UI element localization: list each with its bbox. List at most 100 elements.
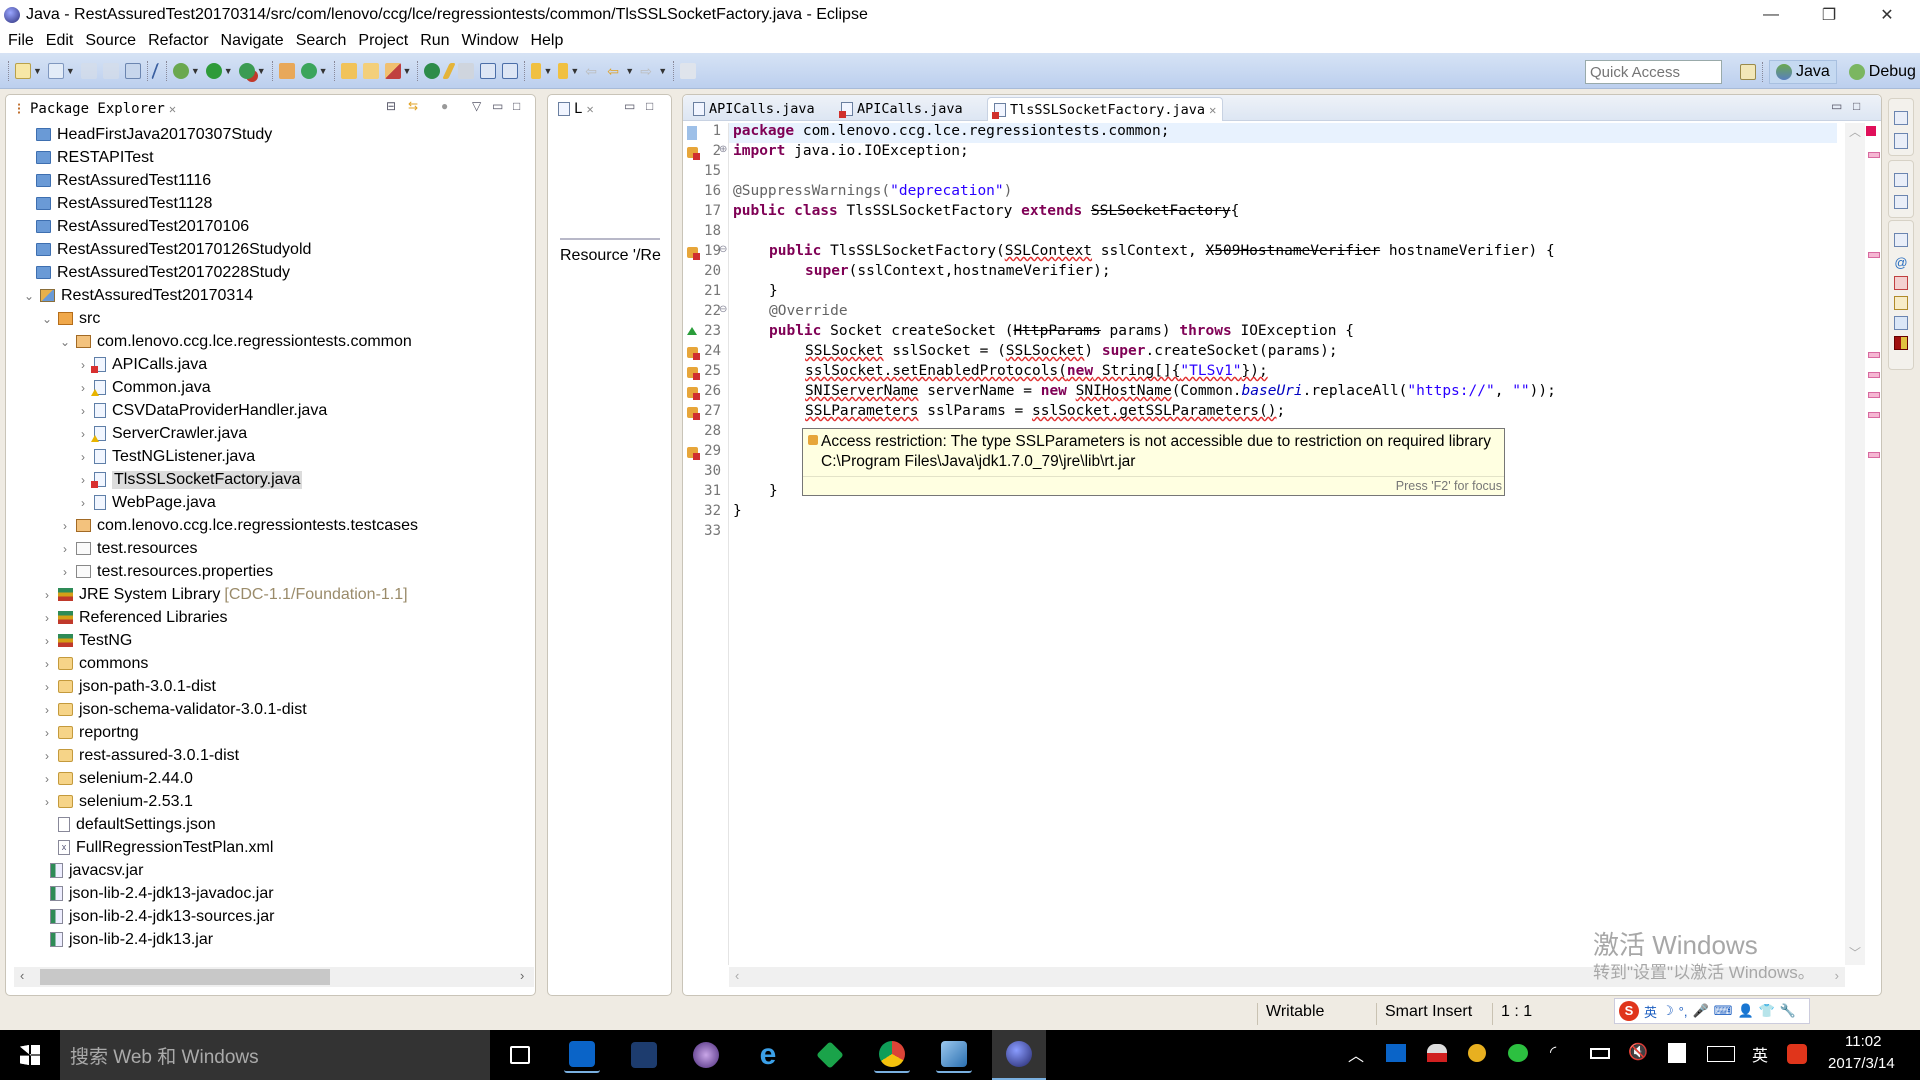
expand-fold-icon[interactable]: ⊕: [719, 144, 727, 155]
expand-chevron-icon[interactable]: ›: [58, 542, 72, 556]
editor-tab-apicalls-2[interactable]: APICalls.java: [835, 97, 969, 121]
ime-fullwidth-icon[interactable]: ☽: [1662, 1003, 1674, 1019]
restore-icon[interactable]: [1894, 173, 1908, 187]
javadoc-icon[interactable]: @: [1889, 255, 1913, 270]
wifi-icon[interactable]: ◜: [1550, 1042, 1556, 1062]
expand-chevron-icon[interactable]: ›: [76, 496, 90, 510]
expand-chevron-icon[interactable]: ›: [40, 703, 54, 717]
restore-icon[interactable]: [1894, 111, 1908, 125]
tree-item[interactable]: › selenium-2.44.0: [40, 767, 193, 790]
code-line-24[interactable]: SSLSocket sslSocket = (SSLSocket) super.…: [805, 343, 1841, 363]
quick-access-input[interactable]: [1585, 60, 1722, 84]
tray-qq-icon[interactable]: [1468, 1044, 1486, 1062]
mark-occurrences-icon[interactable]: [442, 62, 457, 79]
taskbar-internet-explorer[interactable]: e: [750, 1037, 786, 1073]
menu-source[interactable]: Source: [81, 32, 144, 50]
tree-item[interactable]: › json-path-3.0.1-dist: [40, 675, 216, 698]
menu-navigate[interactable]: Navigate: [217, 32, 292, 50]
tree-item[interactable]: RestAssuredTest1128: [36, 192, 212, 215]
expand-chevron-icon[interactable]: ›: [76, 473, 90, 487]
problems-icon[interactable]: [1894, 276, 1908, 290]
expand-chevron-icon[interactable]: ›: [40, 772, 54, 786]
error-marker-icon[interactable]: [687, 407, 700, 420]
overview-error-marker[interactable]: [1868, 452, 1880, 458]
expand-chevron-icon[interactable]: ›: [40, 749, 54, 763]
code-line-25[interactable]: sslSocket.setEnabledProtocols(new String…: [805, 363, 1841, 383]
expand-chevron-icon[interactable]: ›: [40, 680, 54, 694]
menu-window[interactable]: Window: [458, 32, 527, 50]
new-window-icon[interactable]: [47, 62, 64, 79]
tree-item[interactable]: json-lib-2.4-jdk13-sources.jar: [50, 905, 274, 928]
code-line-17[interactable]: public class TlsSSLSocketFactory extends…: [733, 203, 1841, 223]
code-line-23[interactable]: public Socket createSocket (HttpParams p…: [769, 323, 1841, 343]
taskbar-chrome[interactable]: [874, 1037, 910, 1073]
ime-skin-icon[interactable]: 👕: [1759, 1003, 1775, 1019]
tree-item[interactable]: json-lib-2.4-jdk13-javadoc.jar: [50, 882, 274, 905]
tree-item[interactable]: › commons: [40, 652, 148, 675]
code-line-22[interactable]: @Override: [769, 303, 1841, 323]
menu-project[interactable]: Project: [354, 32, 416, 50]
declaration-icon[interactable]: [1894, 296, 1908, 310]
collapse-chevron-icon[interactable]: ⌄: [40, 312, 54, 326]
view-menu-icon[interactable]: ▽: [472, 99, 481, 113]
status-insert-mode[interactable]: Smart Insert: [1376, 1003, 1488, 1025]
task-view-button[interactable]: [502, 1037, 538, 1073]
ime-voice-icon[interactable]: 🎤: [1692, 1003, 1708, 1019]
error-marker-icon[interactable]: [687, 347, 700, 360]
new-icon[interactable]: [15, 62, 31, 79]
error-marker-icon[interactable]: [687, 247, 700, 260]
close-tab-icon[interactable]: ✕: [1209, 103, 1216, 117]
tree-item[interactable]: › CSVDataProviderHandler.java: [76, 399, 327, 422]
tree-item[interactable]: json-lib-2.4-jdk13.jar: [50, 928, 213, 951]
tree-item[interactable]: RestAssuredTest20170126Studyold: [36, 238, 311, 261]
tray-outlook-icon[interactable]: [1386, 1044, 1406, 1062]
new-class-dropdown-icon[interactable]: ▼: [319, 66, 328, 76]
editor-tab-apicalls-1[interactable]: APICalls.java: [687, 97, 821, 121]
expand-chevron-icon[interactable]: ›: [76, 450, 90, 464]
new-dropdown-icon[interactable]: ▼: [33, 66, 42, 76]
next-annotation-dropdown-icon[interactable]: ▼: [543, 66, 552, 76]
scroll-right-icon[interactable]: ›: [520, 968, 524, 983]
task-list-icon[interactable]: [1894, 133, 1908, 149]
overview-error-marker[interactable]: [1868, 352, 1880, 358]
expand-chevron-icon[interactable]: ›: [58, 519, 72, 533]
collapse-chevron-icon[interactable]: ⌄: [58, 335, 72, 349]
overview-error-marker[interactable]: [1868, 372, 1880, 378]
error-marker-icon[interactable]: [687, 387, 700, 400]
new-java-class-icon[interactable]: [300, 62, 317, 79]
next-annotation-icon[interactable]: [531, 62, 542, 79]
ime-keyboard-icon[interactable]: ⌨: [1714, 1003, 1733, 1019]
debug-perspective-button[interactable]: Debug: [1843, 61, 1920, 83]
tree-item[interactable]: › com.lenovo.ccg.lce.regressiontests.test…: [58, 514, 418, 537]
scroll-left-icon[interactable]: ‹: [735, 968, 739, 983]
horizontal-scrollbar[interactable]: ‹ ›: [14, 967, 534, 987]
tree-item[interactable]: › TestNG: [40, 629, 132, 652]
action-center-icon[interactable]: [1668, 1043, 1686, 1063]
tree-item[interactable]: › ServerCrawler.java: [76, 422, 247, 445]
tray-wechat-icon[interactable]: [1508, 1044, 1528, 1062]
taskbar-remote-app[interactable]: [936, 1037, 972, 1073]
taskbar-green-app[interactable]: [812, 1037, 848, 1073]
menu-file[interactable]: File: [4, 32, 42, 50]
code-line-32[interactable]: }: [733, 503, 1841, 523]
taskbar-search-box[interactable]: 搜索 Web 和 Windows: [60, 1030, 490, 1080]
search-dropdown-icon[interactable]: ▼: [403, 66, 412, 76]
last-edit-icon[interactable]: ⇦: [585, 63, 601, 79]
ime-punctuation-icon[interactable]: °,: [1679, 1004, 1688, 1019]
expand-chevron-icon[interactable]: ›: [76, 358, 90, 372]
toggle-breadcrumb-icon[interactable]: [424, 62, 441, 79]
expand-chevron-icon[interactable]: ›: [40, 657, 54, 671]
expand-chevron-icon[interactable]: ›: [58, 565, 72, 579]
scrollbar-thumb[interactable]: [40, 969, 330, 985]
back-icon[interactable]: ⇦: [607, 63, 623, 79]
search-icon[interactable]: [384, 62, 401, 79]
tree-item[interactable]: › test.resources: [58, 537, 197, 560]
close-view-icon[interactable]: ✕: [169, 102, 176, 116]
expand-chevron-icon[interactable]: ›: [76, 404, 90, 418]
show-hidden-icons[interactable]: ︿: [1348, 1042, 1364, 1066]
code-line-20[interactable]: super(sslContext,hostnameVerifier);: [805, 263, 1841, 283]
battery-icon[interactable]: [1590, 1048, 1610, 1059]
new-java-package-icon[interactable]: [278, 62, 295, 79]
start-button[interactable]: [20, 1045, 40, 1065]
menu-run[interactable]: Run: [416, 32, 457, 50]
